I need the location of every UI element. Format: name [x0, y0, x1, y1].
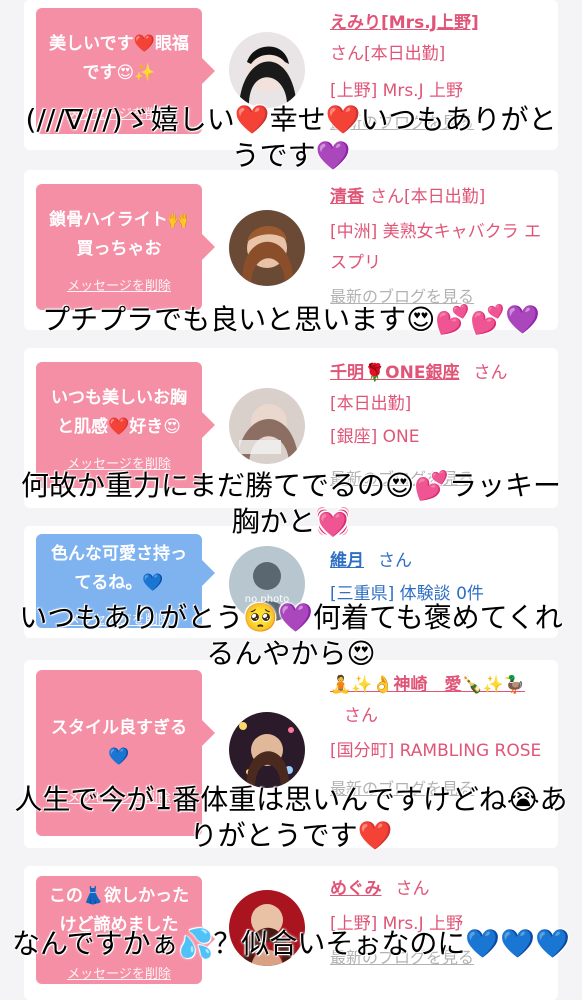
sender-status: さん — [378, 551, 412, 571]
message-text: 美しいです❤️眼福です😍✨ — [49, 34, 189, 83]
shop-name: [国分町] RAMBLING ROSE — [330, 741, 542, 761]
sender-name[interactable]: 清香 — [330, 187, 364, 207]
message-text: 色んな可愛さ持ってるね。💙 — [51, 544, 187, 593]
sender-name[interactable]: 千明🌹ONE銀座 — [330, 363, 459, 383]
overlay-caption: いつもありがとう🥺💜何着ても褒めてくれるんやから😍 — [19, 601, 563, 670]
delete-message-link[interactable]: メッセージを削除 — [36, 272, 202, 301]
sender-name[interactable]: えみり[Mrs.J上野] — [330, 13, 479, 33]
sender-name[interactable]: 🧘✨👌神崎 愛🍾✨🦆 — [330, 675, 525, 695]
shop-name: [銀座] ONE — [330, 427, 420, 447]
overlay-caption: なんですかぁ💦？似合いそぉなのに💙💙💙 — [11, 927, 571, 960]
avatar[interactable] — [229, 32, 305, 108]
overlay-caption: (///∇///)ゞ嬉しい❤️幸せ❤️いつもありがとうです💜 — [25, 103, 557, 172]
sender-status: さん — [395, 879, 430, 899]
message-bubble: 鎖骨ハイライト🙌買っちゃお メッセージを削除 — [36, 184, 215, 310]
shop-name: [中洲] 美熟女キャバクラ エスプリ — [330, 222, 542, 273]
overlay-caption: 人生で今が1番体重は思いんですけどね😭ありがとうです❤️ — [14, 783, 568, 852]
avatar[interactable] — [229, 712, 305, 788]
message-text: いつも美しいお胸と肌感❤️好き😍 — [51, 388, 187, 437]
delete-message-link[interactable]: メッセージを削除 — [36, 960, 202, 989]
sender-status: さん — [344, 706, 378, 726]
avatar[interactable] — [229, 388, 305, 464]
overlay-caption: プチプラでも良いと思います😍💕💕💜 — [42, 303, 540, 336]
message-text: スタイル良すぎる💙 — [51, 718, 187, 767]
sender-status: さん[本日出勤] — [330, 44, 446, 64]
overlay-caption: 何故か重力にまだ勝てでるの😍💕ラッキー胸かと💓 — [20, 469, 562, 538]
sender-name[interactable]: 維月 — [330, 551, 364, 571]
sender-name[interactable]: めぐみ — [330, 879, 382, 899]
sender-status: さん[本日出勤] — [370, 187, 486, 207]
avatar[interactable] — [229, 210, 305, 286]
sender-status: さん — [473, 363, 508, 383]
work-status: [本日出勤] — [330, 394, 412, 414]
message-text: 鎖骨ハイライト🙌買っちゃお — [49, 210, 189, 259]
sender-info: 清香 さん[本日出勤] [中洲] 美熟女キャバクラ エスプリ 最新のブログを見る — [330, 182, 552, 312]
